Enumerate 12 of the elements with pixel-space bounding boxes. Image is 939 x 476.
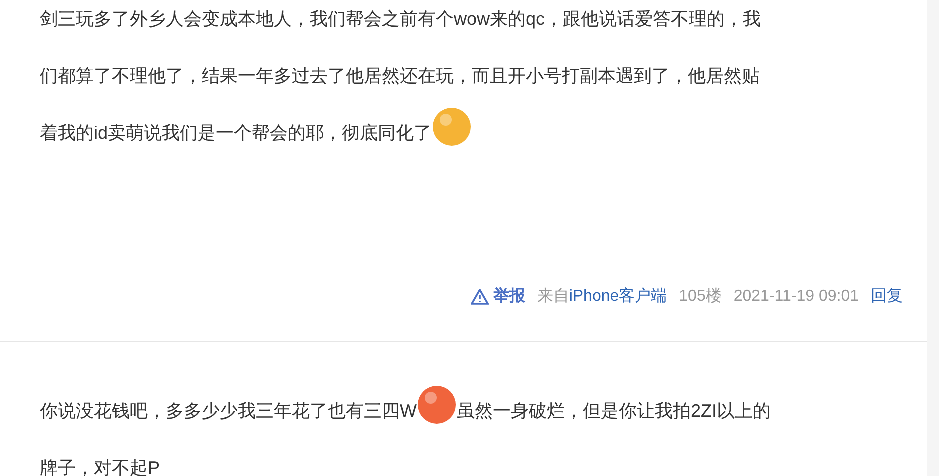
source-label: 来自 <box>537 286 570 307</box>
post-text: 虽然一身破烂，但是你让我拍2ZI以上的 <box>457 400 772 423</box>
post-text: 剑三玩多了外乡人会变成本地人，我们帮会之前有个wow来的qc，跟他说话爱答不理的，我 <box>40 8 762 31</box>
post-text: 你说没花钱吧，多多少少我三年花了也有三四W <box>40 400 417 423</box>
post-text: 着我的id卖萌说我们是一个帮会的耶，彻底同化了 <box>40 122 432 145</box>
report-link[interactable]: 举报 <box>471 285 526 309</box>
post-time: 2021-11-19 09:01 <box>734 287 859 307</box>
post-text: 们都算了不理他了，结果一年多过去了他居然还在玩，而且开小号打副本遇到了，他居然贴 <box>40 65 760 88</box>
reply-link[interactable]: 回复 <box>871 285 903 309</box>
floor-number: 105楼 <box>679 286 722 307</box>
source-link[interactable]: iPhone客户端 <box>569 285 668 309</box>
warning-icon <box>471 289 490 305</box>
